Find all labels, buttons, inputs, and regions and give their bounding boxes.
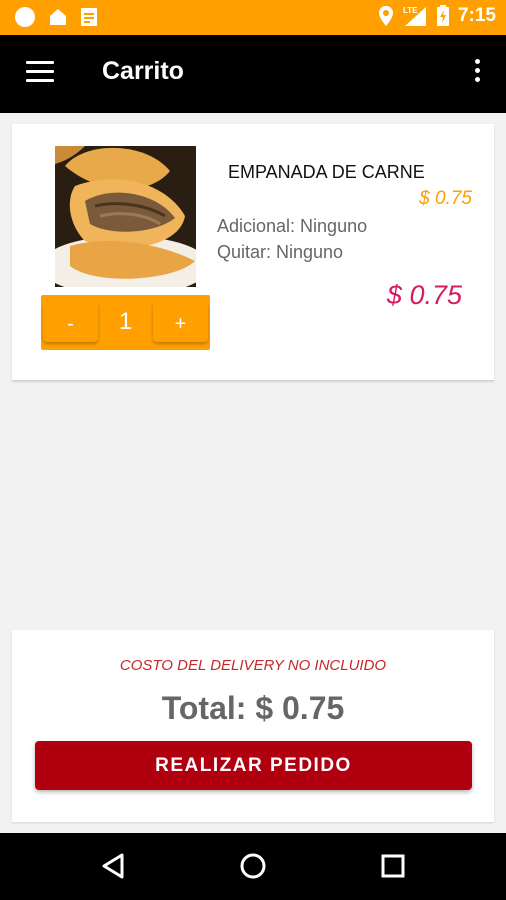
additional-info: Adicional: Ninguno [217, 216, 368, 236]
status-time: 7:15 [457, 5, 496, 26]
decrease-quantity-button[interactable]: - [43, 302, 98, 342]
remove-info: Quitar: Ninguno [217, 242, 344, 262]
place-order-button[interactable]: REALIZAR PEDIDO [35, 741, 472, 790]
increase-quantity-button[interactable]: + [153, 302, 208, 342]
network-type-label: LTE [403, 6, 418, 15]
location-icon [378, 6, 393, 26]
menu-icon[interactable] [26, 61, 54, 83]
product-image [55, 146, 196, 287]
home-icon[interactable] [238, 851, 268, 881]
order-summary-card: COSTO DEL DELIVERY NO INCLUIDO Total: $ … [12, 630, 494, 822]
notification-icons [14, 6, 98, 28]
quantity-stepper: - 1 + [41, 295, 210, 350]
navigation-bar [0, 833, 506, 900]
quantity-value: 1 [118, 308, 133, 335]
battery-charging-icon [436, 5, 449, 26]
order-total: Total: $ 0.75 [161, 690, 345, 726]
cart-item-card: - 1 + EMPANADA DE CARNE $ 0.75 Adicional… [12, 124, 494, 381]
status-bar: LTE 7:15 [0, 0, 506, 35]
signal-icon: LTE [403, 6, 426, 26]
unit-price: $ 0.75 [419, 188, 472, 209]
line-total: $ 0.75 [386, 280, 462, 310]
delivery-note: COSTO DEL DELIVERY NO INCLUIDO [119, 657, 387, 674]
more-vert-icon[interactable] [472, 59, 482, 89]
page-title: Carrito [102, 57, 184, 85]
home-notification-icon [50, 9, 66, 25]
back-icon[interactable] [98, 851, 128, 881]
app-bar: Carrito [0, 35, 506, 113]
system-icons: LTE 7:15 [378, 5, 496, 27]
note-notification-icon [81, 8, 97, 26]
recents-icon[interactable] [378, 851, 408, 881]
circle-notification-icon [15, 7, 35, 27]
product-name: EMPANADA DE CARNE [228, 162, 425, 182]
